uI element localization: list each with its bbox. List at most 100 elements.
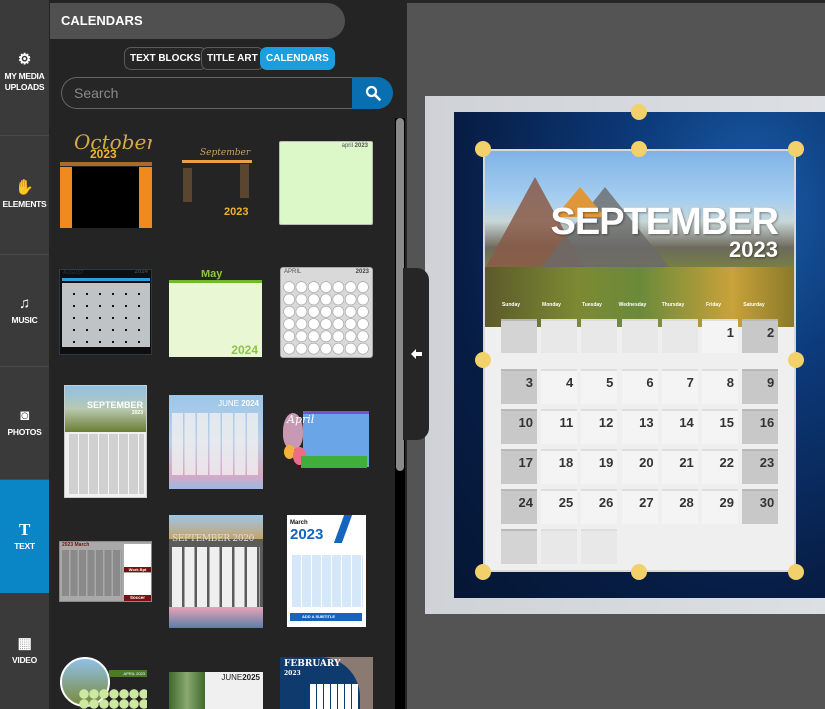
- selection-handle-bottom-left[interactable]: [475, 564, 491, 580]
- hand-sparkle-icon: ✋: [15, 179, 34, 196]
- thumbnail-march-2023-blue[interactable]: March 2023 ADD A SUBTITLE: [287, 515, 366, 627]
- rail-item-text[interactable]: T TEXT: [0, 480, 49, 593]
- thumb-note: Soccer: [124, 595, 151, 601]
- thumb-title: April: [287, 413, 315, 426]
- thumb-title: FEBRUARY: [284, 659, 341, 669]
- rail-item-elements[interactable]: ✋ ELEMENTS: [0, 136, 49, 255]
- arrow-left-icon: [410, 349, 422, 359]
- weekday-label: Monday: [542, 302, 561, 308]
- calendar-empty-cell: [581, 529, 618, 564]
- calendar-day-cell: 28: [661, 489, 698, 524]
- camera-icon: ◙: [20, 407, 29, 424]
- thumbnail-march-2023-sports[interactable]: 2023 March Work Bpt Soccer: [59, 541, 152, 602]
- rail-item-my-media-uploads[interactable]: ⚙ MY MEDIA UPLOADS: [0, 0, 49, 136]
- calendar-day-cell: 4: [541, 369, 578, 404]
- thumbnail-september-2023-dark[interactable]: September 2023: [182, 148, 252, 220]
- thumbnail-april-easter[interactable]: April: [281, 409, 373, 475]
- collapse-panel-button[interactable]: [403, 268, 429, 440]
- thumb-title: May: [201, 270, 223, 280]
- panel-title: CALENDARS: [50, 3, 345, 39]
- search-icon: [365, 85, 381, 101]
- rail-item-video[interactable]: ▦ VIDEO: [0, 593, 49, 709]
- thumb-title: APRIL: [123, 671, 135, 676]
- thumb-subtitle: ADD A SUBTITLE: [290, 613, 362, 621]
- search-input[interactable]: [61, 77, 353, 109]
- calendar-day-cell: 19: [581, 449, 618, 484]
- thumbnail-october-2023[interactable]: October 2023: [60, 130, 152, 228]
- thumbnail-april-2023-green[interactable]: april 2023: [279, 141, 373, 225]
- music-note-icon: ♫: [19, 294, 30, 312]
- calendar-year: 2023: [729, 237, 778, 262]
- thumbnail-september-2023-photo[interactable]: SEPTEMBER 2023: [64, 385, 147, 498]
- rail-item-music[interactable]: ♫ MUSIC: [0, 255, 49, 367]
- calendar-empty-cell: [621, 319, 658, 353]
- search-button[interactable]: [352, 77, 393, 109]
- selection-handle-top-right[interactable]: [788, 141, 804, 157]
- thumb-year: 2020: [232, 534, 255, 544]
- rail-item-photos[interactable]: ◙ PHOTOS: [0, 367, 49, 480]
- rail-label: MY MEDIA UPLOADS: [4, 71, 45, 92]
- calendar-day-cell: 23: [742, 449, 779, 484]
- rail-label: VIDEO: [12, 655, 37, 665]
- calendar-day-cell: 30: [742, 489, 779, 524]
- calendar-day-cell: 26: [581, 489, 618, 524]
- thumbnail-may-2024[interactable]: May 2024: [169, 270, 262, 357]
- calendar-day-cell: 11: [541, 409, 578, 444]
- selection-handle-left[interactable]: [475, 352, 491, 368]
- thumb-year: 2023: [62, 542, 74, 548]
- thumbnail-june-2025[interactable]: JUNE2025: [169, 672, 263, 709]
- thumb-note: Work Bpt: [124, 567, 151, 572]
- calendar-day-cell: 10: [501, 409, 537, 444]
- tab-calendars[interactable]: CALENDARS: [260, 47, 335, 70]
- calendar-day-cell: 17: [501, 449, 537, 484]
- thumb-title: AUGUST: [63, 270, 84, 276]
- selection-handle-bottom-right[interactable]: [788, 564, 804, 580]
- weekday-label: Friday: [705, 302, 721, 308]
- thumb-year: 2024: [241, 399, 259, 408]
- calendar-empty-cell: [581, 319, 618, 353]
- calendar-day-cell: 6: [621, 369, 658, 404]
- selection-handle-bottom[interactable]: [631, 564, 647, 580]
- calendar-day-cell: 13: [621, 409, 658, 444]
- calendar-day-cell: 20: [621, 449, 658, 484]
- calendar-day-cell: 24: [501, 489, 537, 524]
- calendar-empty-cell: [541, 319, 578, 353]
- thumb-title: September: [200, 148, 251, 158]
- text-t-icon: T: [18, 519, 31, 539]
- thumbnail-february-2023[interactable]: FEBRUARY 2023: [280, 657, 373, 709]
- selection-handle-top-outer[interactable]: [631, 104, 647, 120]
- calendar-empty-cell: [661, 319, 698, 353]
- rail-label: PHOTOS: [7, 427, 42, 437]
- calendar-day-cell: 29: [702, 489, 738, 524]
- tab-title-art[interactable]: TITLE ART: [201, 47, 264, 70]
- thumbnail-april-2023-circle-photo[interactable]: APRIL 2023: [59, 656, 149, 709]
- thumb-year: 2023: [355, 269, 369, 275]
- film-icon: ▦: [17, 635, 32, 652]
- selection-handle-top[interactable]: [631, 141, 647, 157]
- thumbnail-april-2023-circles[interactable]: APRIL 2023: [280, 267, 373, 358]
- selection-handle-right[interactable]: [788, 352, 804, 368]
- thumb-year: 2023: [90, 147, 117, 161]
- weekday-label: Thursday: [661, 302, 685, 308]
- calendar-day-cell: 7: [661, 369, 698, 404]
- gears-icon: ⚙: [17, 51, 32, 68]
- thumbnail-august-2024[interactable]: AUGUST 2024: [59, 269, 152, 355]
- calendar-empty-cell: [501, 529, 537, 564]
- calendar-day-cell: 25: [541, 489, 578, 524]
- thumb-title: APRIL: [284, 269, 302, 275]
- calendar-day-cell: 22: [702, 449, 738, 484]
- calendar-header-photo: SEPTEMBER 2023 Sunday Monday Tuesday Wednes…: [485, 151, 794, 327]
- selection-handle-top-left[interactable]: [475, 141, 491, 157]
- thumb-year: 2023: [224, 206, 249, 218]
- thumbnail-june-2024[interactable]: JUNE 2024: [169, 395, 263, 489]
- calendar-day-cell: 9: [742, 369, 779, 404]
- rail-label: TEXT: [14, 540, 35, 551]
- calendar-day-cell: 18: [541, 449, 578, 484]
- tab-text-blocks[interactable]: TEXT BLOCKS: [124, 47, 207, 70]
- thumb-title: March: [74, 542, 90, 548]
- calendar-element[interactable]: SEPTEMBER 2023 Sunday Monday Tuesday Wednes…: [483, 149, 796, 572]
- calendar-day-cell: 16: [742, 409, 779, 444]
- thumbnail-september-2020[interactable]: SEPTEMBER 2020: [169, 515, 263, 628]
- weekday-label: Wednesday: [618, 302, 647, 308]
- weekday-label: Sunday: [501, 302, 521, 308]
